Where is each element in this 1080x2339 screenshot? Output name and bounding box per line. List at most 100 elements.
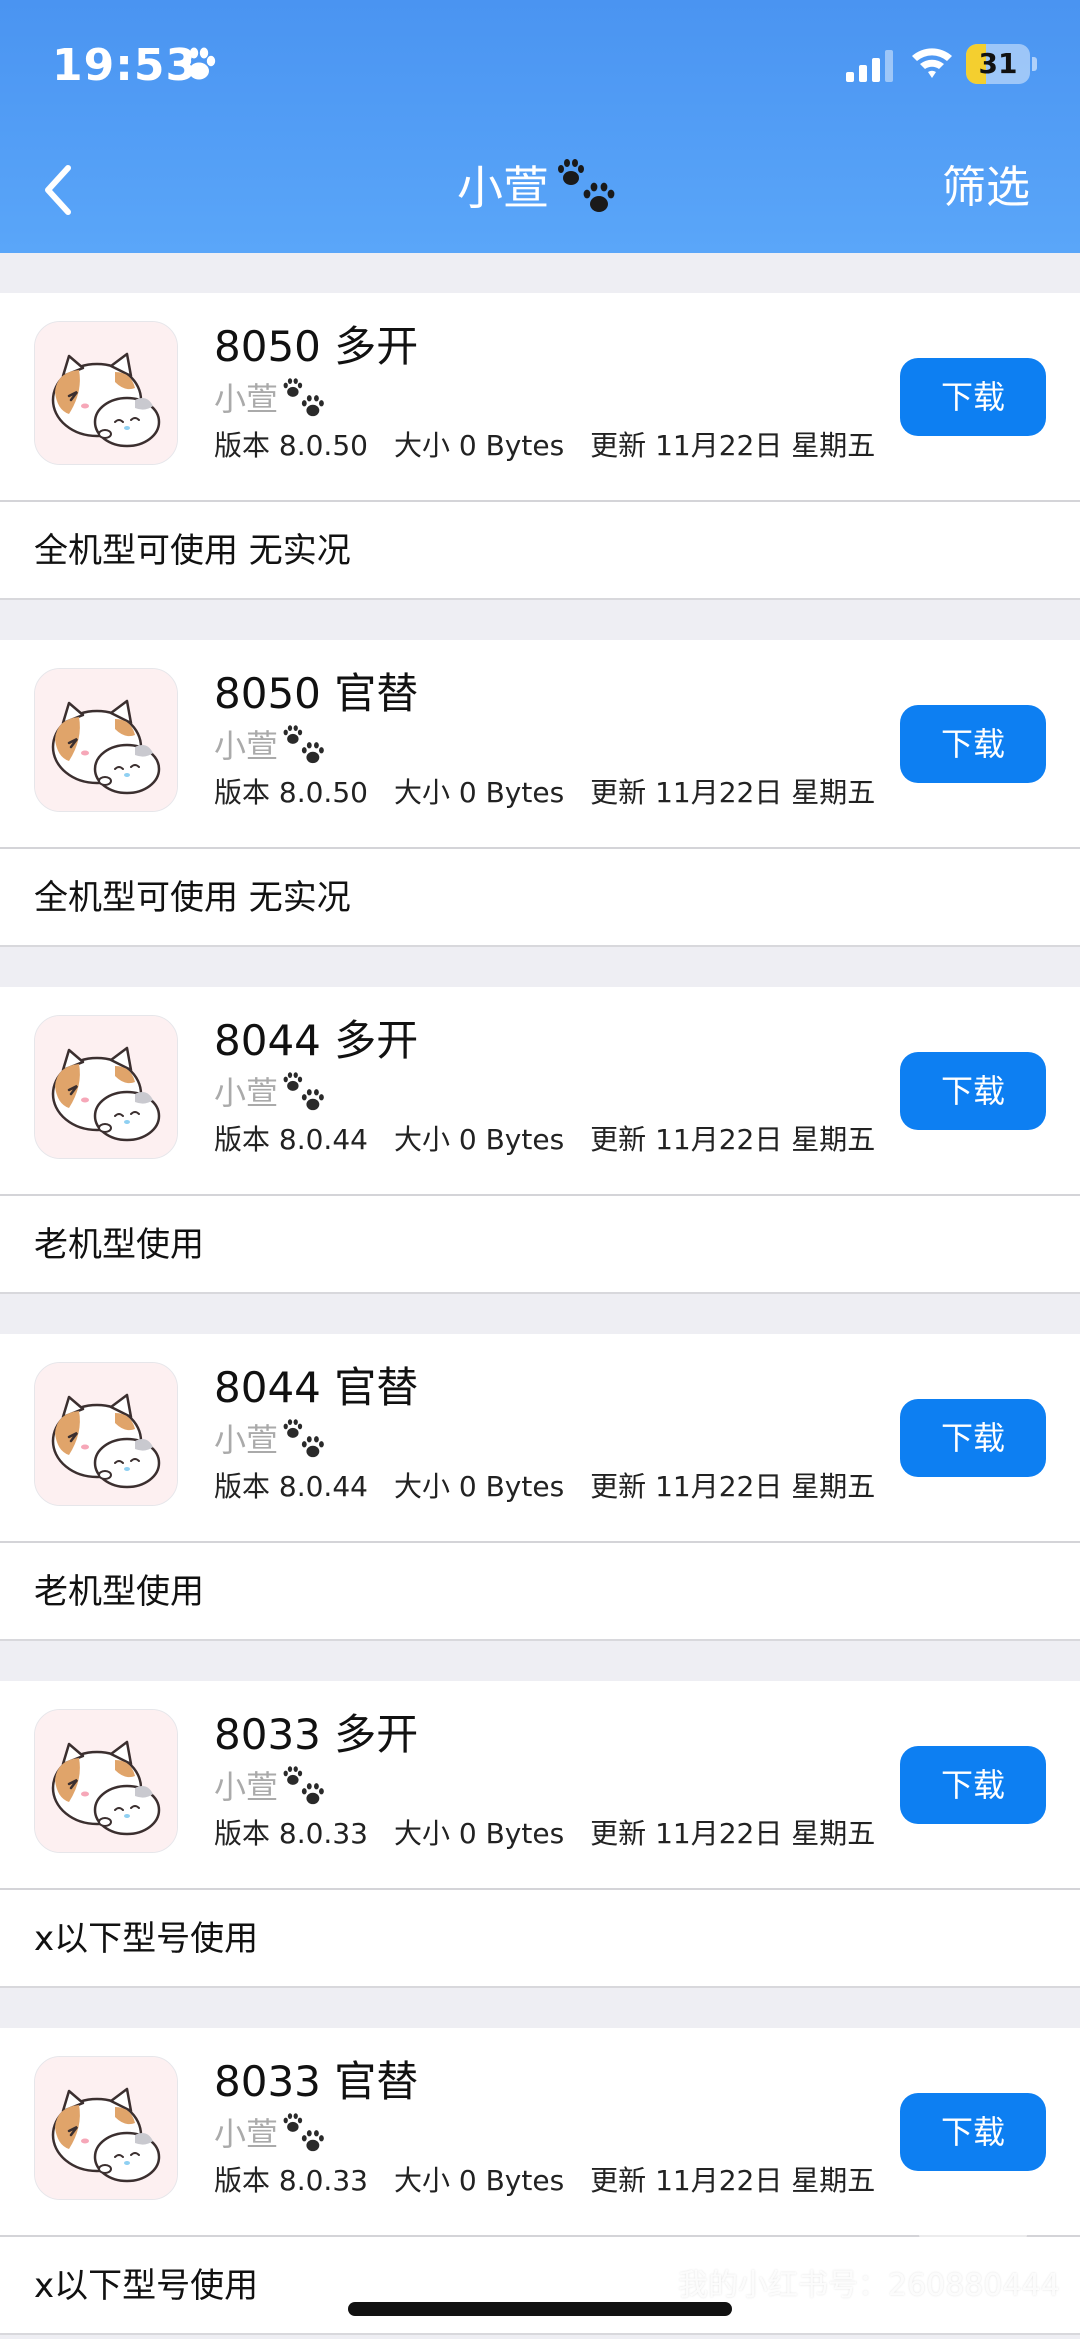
app-updated: 更新 11月22日 星期五 (590, 1470, 876, 1503)
item-note: 老机型使用 (0, 1196, 1080, 1294)
app-size: 大小 0 Bytes (393, 1470, 565, 1503)
app-name: 8033 官替 (214, 2057, 419, 2106)
app-name: 8033 多开 (214, 1710, 419, 1759)
app-developer: 小萱 (214, 377, 330, 421)
download-button[interactable]: 下载 (900, 705, 1046, 783)
top-bar: 19:53 31 小萱 筛选 (0, 0, 1080, 253)
watermark-text: 我的小红书号：260880444 (678, 2268, 1060, 2303)
developer-name: 小萱 (214, 1768, 279, 1806)
app-updated: 更新 11月22日 星期五 (590, 776, 876, 809)
app-name: 8050 多开 (214, 322, 419, 371)
app-developer: 小萱 (214, 1071, 330, 1115)
developer-name: 小萱 (214, 727, 279, 765)
app-row[interactable]: 8033 官替 小萱 版本 8.0.33 大小 0 Bytes 更新 11月22… (0, 2028, 1080, 2237)
app-size: 大小 0 Bytes (393, 776, 565, 809)
page-title-wrap: 小萱 (457, 152, 623, 224)
app-row[interactable]: 8050 官替 小萱 版本 8.0.50 大小 0 Bytes 更新 11月22… (0, 640, 1080, 849)
app-icon (34, 668, 178, 812)
paw-icon (182, 47, 216, 80)
item-note: x以下型号使用 (0, 1890, 1080, 1988)
app-meta: 版本 8.0.44 大小 0 Bytes 更新 11月22日 星期五 (214, 1466, 901, 1508)
paw-prints-icon (283, 1419, 324, 1458)
battery-indicator: 31 (966, 44, 1038, 84)
paw-prints-icon (283, 725, 324, 764)
app-size: 大小 0 Bytes (393, 2164, 565, 2197)
app-meta: 版本 8.0.33 大小 0 Bytes 更新 11月22日 星期五 (214, 2160, 901, 2202)
list-item: 8050 多开 小萱 版本 8.0.50 大小 0 Bytes 更新 11月22… (0, 293, 1080, 600)
developer-name: 小萱 (214, 1074, 279, 1112)
status-time: 19:53 (52, 40, 198, 91)
app-version: 版本 8.0.50 (214, 429, 368, 462)
app-name: 8044 官替 (214, 1363, 419, 1412)
app-developer: 小萱 (214, 2112, 330, 2156)
watermark-logo (918, 2200, 1028, 2256)
cat-icon (35, 1363, 177, 1505)
app-updated: 更新 11月22日 星期五 (590, 1817, 876, 1850)
app-name: 8044 多开 (214, 1016, 419, 1065)
home-indicator[interactable] (348, 2302, 732, 2316)
app-row[interactable]: 8044 官替 小萱 版本 8.0.44 大小 0 Bytes 更新 11月22… (0, 1334, 1080, 1543)
cat-icon (35, 669, 177, 811)
battery-cap (1032, 57, 1037, 71)
app-version: 版本 8.0.33 (214, 2164, 368, 2197)
list-item: 8044 多开 小萱 版本 8.0.44 大小 0 Bytes 更新 11月22… (0, 987, 1080, 1294)
download-button[interactable]: 下载 (900, 1399, 1046, 1477)
download-button[interactable]: 下载 (900, 2093, 1046, 2171)
item-note: 全机型可使用 无实况 (0, 502, 1080, 600)
app-list: 8050 多开 小萱 版本 8.0.50 大小 0 Bytes 更新 11月22… (0, 253, 1080, 2335)
page-title: 小萱 (457, 161, 549, 215)
developer-name: 小萱 (214, 2115, 279, 2153)
list-item: 8050 官替 小萱 版本 8.0.50 大小 0 Bytes 更新 11月22… (0, 640, 1080, 947)
filter-button[interactable]: 筛选 (942, 152, 1030, 224)
download-button[interactable]: 下载 (900, 1746, 1046, 1824)
app-updated: 更新 11月22日 星期五 (590, 1123, 876, 1156)
wifi-icon (912, 48, 952, 78)
developer-name: 小萱 (214, 380, 279, 418)
app-developer: 小萱 (214, 724, 330, 768)
app-meta: 版本 8.0.44 大小 0 Bytes 更新 11月22日 星期五 (214, 1119, 901, 1161)
cat-icon (35, 322, 177, 464)
cat-icon (35, 1016, 177, 1158)
app-version: 版本 8.0.50 (214, 776, 368, 809)
app-updated: 更新 11月22日 星期五 (590, 2164, 876, 2197)
app-row[interactable]: 8033 多开 小萱 版本 8.0.33 大小 0 Bytes 更新 11月22… (0, 1681, 1080, 1890)
list-item: 8033 多开 小萱 版本 8.0.33 大小 0 Bytes 更新 11月22… (0, 1681, 1080, 1988)
paw-prints-icon (283, 2113, 324, 2152)
paw-prints-icon (283, 1766, 324, 1805)
app-meta: 版本 8.0.50 大小 0 Bytes 更新 11月22日 星期五 (214, 772, 901, 814)
download-button[interactable]: 下载 (900, 358, 1046, 436)
app-icon (34, 321, 178, 465)
app-version: 版本 8.0.44 (214, 1470, 368, 1503)
app-icon (34, 1015, 178, 1159)
app-row[interactable]: 8044 多开 小萱 版本 8.0.44 大小 0 Bytes 更新 11月22… (0, 987, 1080, 1196)
app-name: 8050 官替 (214, 669, 419, 718)
app-version: 版本 8.0.33 (214, 1817, 368, 1850)
cellular-signal-icon (846, 50, 893, 82)
app-row[interactable]: 8050 多开 小萱 版本 8.0.50 大小 0 Bytes 更新 11月22… (0, 293, 1080, 502)
app-meta: 版本 8.0.50 大小 0 Bytes 更新 11月22日 星期五 (214, 425, 901, 467)
download-button[interactable]: 下载 (900, 1052, 1046, 1130)
paw-prints-icon (283, 1072, 324, 1111)
app-meta: 版本 8.0.33 大小 0 Bytes 更新 11月22日 星期五 (214, 1813, 901, 1855)
developer-name: 小萱 (214, 1421, 279, 1459)
battery-level: 31 (978, 47, 1018, 80)
paw-prints-icon (558, 159, 615, 212)
app-icon (34, 1362, 178, 1506)
cat-icon (35, 1710, 177, 1852)
cat-icon (35, 2057, 177, 2199)
item-note: 全机型可使用 无实况 (0, 849, 1080, 947)
app-developer: 小萱 (214, 1418, 330, 1462)
app-version: 版本 8.0.44 (214, 1123, 368, 1156)
app-icon (34, 1709, 178, 1853)
screen: 19:53 31 小萱 筛选 8050 多开 小萱 版本 8.0.50 大小 0… (0, 0, 1080, 2339)
list-item: 8044 官替 小萱 版本 8.0.44 大小 0 Bytes 更新 11月22… (0, 1334, 1080, 1641)
battery-body: 31 (966, 44, 1030, 84)
paw-prints-icon (283, 378, 324, 417)
app-developer: 小萱 (214, 1765, 330, 1809)
app-size: 大小 0 Bytes (393, 1123, 565, 1156)
app-updated: 更新 11月22日 星期五 (590, 429, 876, 462)
app-icon (34, 2056, 178, 2200)
item-note: 老机型使用 (0, 1543, 1080, 1641)
app-size: 大小 0 Bytes (393, 1817, 565, 1850)
app-size: 大小 0 Bytes (393, 429, 565, 462)
